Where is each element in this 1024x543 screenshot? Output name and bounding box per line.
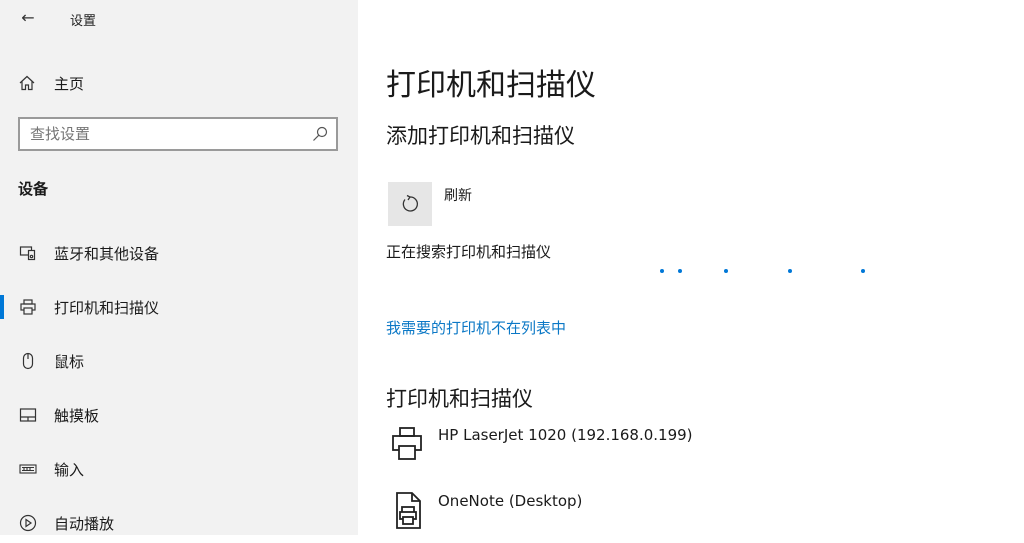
device-item[interactable]: HP LaserJet 1020 (192.168.0.199)	[386, 424, 786, 468]
device-item[interactable]: OneNote (Desktop)	[386, 490, 786, 534]
back-button[interactable]: ←	[14, 6, 42, 30]
sidebar-item-touchpad[interactable]: 触摸板	[0, 395, 358, 435]
printers-list-heading: 打印机和扫描仪	[386, 387, 533, 411]
refresh-button[interactable]	[388, 182, 432, 226]
missing-printer-link[interactable]: 我需要的打印机不在列表中	[386, 317, 566, 338]
touchpad-icon	[18, 405, 38, 425]
progress-dot	[660, 269, 664, 273]
autoplay-icon	[18, 513, 38, 533]
app-title: 设置	[70, 14, 97, 29]
sidebar-item-label: 自动播放	[54, 514, 115, 533]
add-heading: 添加打印机和扫描仪	[386, 124, 575, 148]
home-label: 主页	[54, 74, 85, 93]
sidebar-item-label: 打印机和扫描仪	[54, 298, 160, 317]
refresh-icon	[402, 194, 418, 212]
search-input[interactable]	[20, 119, 320, 149]
progress-dot	[678, 269, 682, 273]
sidebar-item-label: 鼠标	[54, 352, 85, 371]
mouse-icon	[18, 351, 38, 371]
refresh-label: 刷新	[444, 188, 472, 204]
sidebar-item-label: 输入	[54, 460, 85, 479]
sidebar: ← 设置 主页 设备 蓝牙和其他设备 打印机和扫描仪	[0, 0, 358, 535]
home-nav-item[interactable]: 主页	[18, 70, 84, 96]
sidebar-item-bluetooth[interactable]: 蓝牙和其他设备	[0, 233, 358, 273]
device-name: OneNote (Desktop)	[438, 492, 583, 510]
search-status: 正在搜索打印机和扫描仪	[386, 243, 552, 261]
sidebar-item-printers[interactable]: 打印机和扫描仪	[0, 287, 358, 327]
sidebar-item-label: 蓝牙和其他设备	[54, 244, 160, 263]
sidebar-item-typing[interactable]: 输入	[0, 449, 358, 489]
keyboard-icon	[18, 459, 38, 479]
search-icon	[313, 126, 328, 141]
page-title: 打印机和扫描仪	[386, 68, 596, 103]
progress-dot	[861, 269, 865, 273]
sidebar-item-label: 触摸板	[54, 406, 100, 425]
printer-icon	[392, 427, 422, 460]
search-box[interactable]	[18, 117, 338, 151]
back-arrow-icon: ←	[21, 8, 35, 27]
home-icon	[19, 75, 35, 91]
progress-dot	[724, 269, 728, 273]
bluetooth-devices-icon	[18, 243, 38, 263]
sidebar-item-mouse[interactable]: 鼠标	[0, 341, 358, 381]
sidebar-item-autoplay[interactable]: 自动播放	[0, 503, 358, 543]
printer-icon	[18, 297, 38, 317]
section-heading-devices: 设备	[18, 180, 49, 198]
device-name: HP LaserJet 1020 (192.168.0.199)	[438, 426, 693, 444]
document-printer-icon	[396, 492, 421, 529]
progress-dot	[788, 269, 792, 273]
